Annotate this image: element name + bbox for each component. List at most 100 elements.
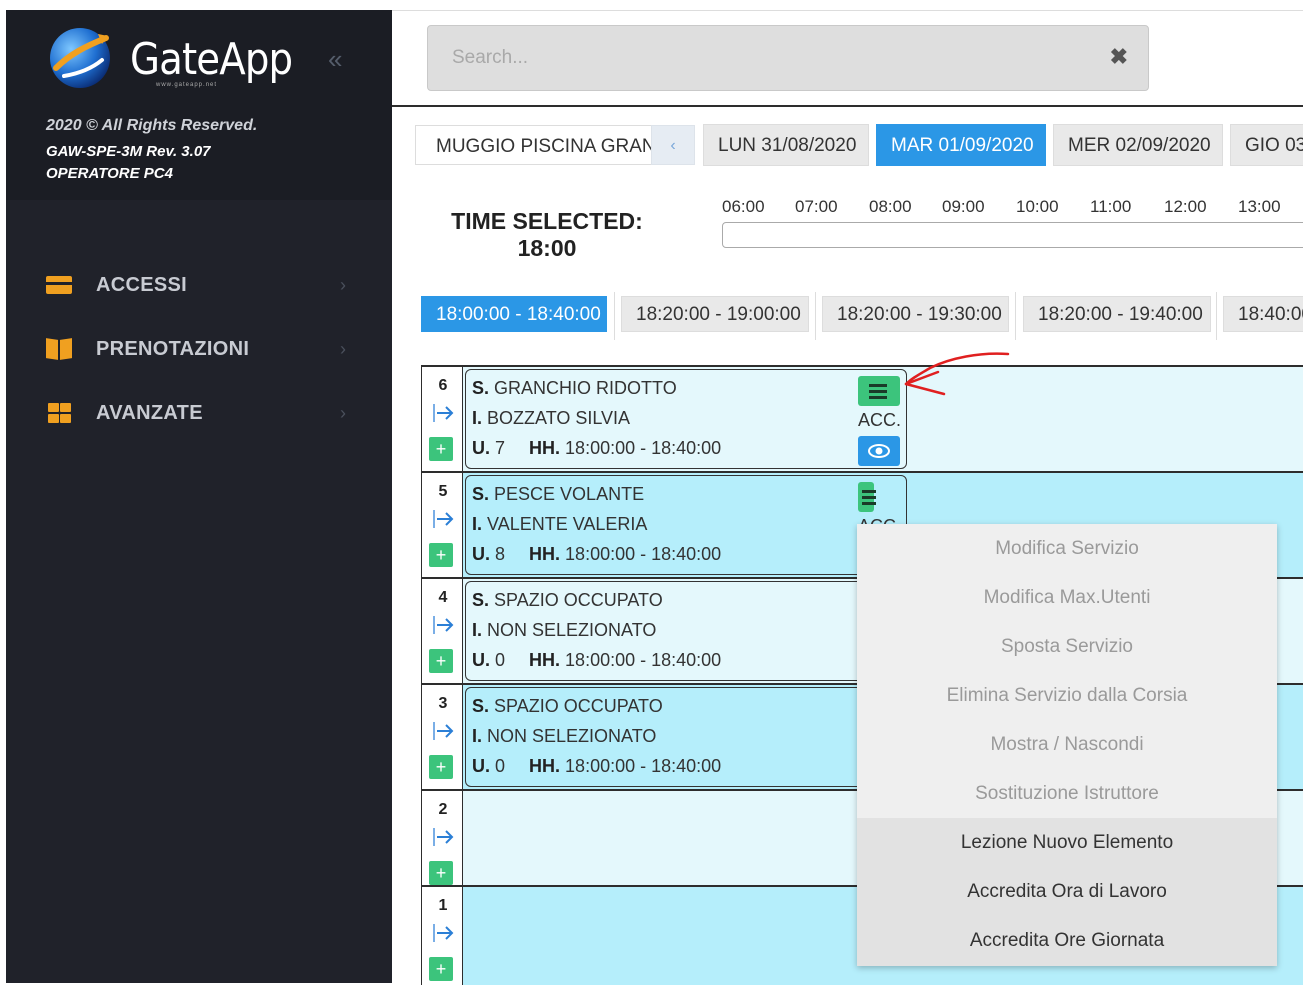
users-line: U. 8 HH. 18:00:00 - 18:40:00 bbox=[472, 544, 721, 565]
date-tab-0[interactable]: LUN 31/08/2020 bbox=[703, 124, 869, 166]
timeline-slider[interactable] bbox=[722, 222, 1303, 248]
card-menu-button[interactable] bbox=[858, 376, 900, 406]
instructor-name: VALENTE VALERIA bbox=[487, 514, 648, 534]
service-card[interactable]: S. GRANCHIO RIDOTTO I. BOZZATO SILVIA U.… bbox=[465, 369, 907, 469]
date-tab-3[interactable]: GIO 03/09/2020 bbox=[1230, 124, 1303, 166]
users-count: 0 bbox=[495, 756, 506, 776]
lane-controls: 4 + bbox=[421, 579, 463, 683]
credit-card-icon bbox=[46, 276, 72, 294]
close-icon[interactable]: ✖ bbox=[1110, 44, 1128, 70]
service-line: S. GRANCHIO RIDOTTO bbox=[472, 378, 677, 399]
sidebar-item-label: ACCESSI bbox=[96, 273, 188, 296]
add-button[interactable]: + bbox=[429, 957, 453, 981]
enter-arrow-icon[interactable] bbox=[431, 507, 455, 531]
search-input[interactable] bbox=[428, 26, 1088, 90]
lane-controls: 3 + bbox=[421, 685, 463, 789]
hour-label: 11:00 bbox=[1090, 197, 1132, 216]
hours-range: 18:00:00 - 18:40:00 bbox=[565, 438, 722, 458]
slot-tab-0[interactable]: 18:00:00 - 18:40:00 bbox=[421, 296, 607, 332]
hour-label: 13:00 bbox=[1238, 197, 1281, 216]
book-open-icon bbox=[46, 338, 72, 360]
service-name: PESCE VOLANTE bbox=[494, 484, 645, 504]
rights-text: 2020 © All Rights Reserved. bbox=[46, 117, 258, 134]
enter-arrow-icon[interactable] bbox=[431, 719, 455, 743]
instructor-line: I. NON SELEZIONATO bbox=[472, 620, 656, 641]
lane-number: 3 bbox=[438, 695, 448, 712]
users-count: 7 bbox=[495, 438, 506, 458]
double-chevron-left-icon[interactable]: « bbox=[328, 44, 342, 75]
date-tab-2[interactable]: MER 02/09/2020 bbox=[1053, 124, 1223, 166]
add-button[interactable]: + bbox=[429, 649, 453, 673]
add-button[interactable]: + bbox=[429, 861, 453, 885]
service-card[interactable]: S. SPAZIO OCCUPATO I. NON SELEZIONATO U.… bbox=[465, 581, 907, 681]
date-tab-1[interactable]: MAR 01/09/2020 bbox=[876, 124, 1046, 166]
slot-tab-2[interactable]: 18:20:00 - 19:30:00 bbox=[822, 296, 1009, 332]
sidebar-item-label: PRENOTAZIONI bbox=[96, 337, 250, 360]
enter-arrow-icon[interactable] bbox=[431, 825, 455, 849]
instructor-key: I. bbox=[472, 408, 483, 428]
hours-range: 18:00:00 - 18:40:00 bbox=[565, 544, 722, 564]
ctx-sostituzione-istruttore[interactable]: Sostituzione Istruttore bbox=[857, 769, 1277, 818]
ctx-modifica-servizio[interactable]: Modifica Servizio bbox=[857, 524, 1277, 573]
instructor-name: NON SELEZIONATO bbox=[487, 726, 657, 746]
lane-controls: 1 + bbox=[421, 887, 463, 985]
slot-tab-3[interactable]: 18:20:00 - 19:40:00 bbox=[1023, 296, 1211, 332]
hours-key: HH. bbox=[529, 544, 561, 564]
service-card[interactable]: S. PESCE VOLANTE I. VALENTE VALERIA U. 8… bbox=[465, 475, 907, 575]
sidebar-item-label: AVANZATE bbox=[96, 401, 203, 424]
ctx-sposta-servizio[interactable]: Sposta Servizio bbox=[857, 622, 1277, 671]
slot-tab-1[interactable]: 18:20:00 - 19:00:00 bbox=[621, 296, 809, 332]
hour-label: 06:00 bbox=[722, 197, 765, 216]
service-card[interactable]: S. SPAZIO OCCUPATO I. NON SELEZIONATO U.… bbox=[465, 687, 907, 787]
service-name: SPAZIO OCCUPATO bbox=[494, 590, 663, 610]
ctx-lezione-nuovo-elemento[interactable]: Lezione Nuovo Elemento bbox=[857, 818, 1277, 867]
sidebar-item-avanzate[interactable]: AVANZATE › bbox=[6, 381, 392, 445]
instructor-line: I. VALENTE VALERIA bbox=[472, 514, 647, 535]
search-box: ✖ bbox=[427, 25, 1149, 91]
hours-range: 18:00:00 - 18:40:00 bbox=[565, 756, 722, 776]
enter-arrow-icon[interactable] bbox=[431, 921, 455, 945]
service-line: S. SPAZIO OCCUPATO bbox=[472, 590, 663, 611]
divider bbox=[1216, 292, 1217, 340]
instructor-key: I. bbox=[472, 514, 483, 534]
lane-number: 2 bbox=[438, 801, 448, 818]
ctx-elimina-servizio[interactable]: Elimina Servizio dalla Corsia bbox=[857, 671, 1277, 720]
sidebar-item-prenotazioni[interactable]: PRENOTAZIONI › bbox=[6, 317, 392, 381]
eye-icon[interactable] bbox=[858, 436, 900, 466]
acc-label: ACC. bbox=[858, 410, 902, 430]
hours-range: 18:00:00 - 18:40:00 bbox=[565, 650, 722, 670]
users-key: U. bbox=[472, 438, 490, 458]
slot-tab-4[interactable]: 18:40:00 - 19:20:00 bbox=[1223, 296, 1303, 332]
instructor-key: I. bbox=[472, 726, 483, 746]
add-button[interactable]: + bbox=[429, 543, 453, 567]
users-line: U. 0 HH. 18:00:00 - 18:40:00 bbox=[472, 756, 721, 777]
add-button[interactable]: + bbox=[429, 755, 453, 779]
users-count: 0 bbox=[495, 650, 506, 670]
service-name: SPAZIO OCCUPATO bbox=[494, 696, 663, 716]
context-menu: Modifica Servizio Modifica Max.Utenti Sp… bbox=[857, 524, 1277, 966]
hours-key: HH. bbox=[529, 438, 561, 458]
hour-label: 10:00 bbox=[1016, 197, 1059, 216]
divider bbox=[614, 292, 615, 340]
venue-select[interactable]: MUGGIO PISCINA GRANDE bbox=[415, 125, 651, 165]
chevron-right-icon: › bbox=[340, 402, 346, 423]
add-button[interactable]: + bbox=[429, 437, 453, 461]
hour-label: 07:00 bbox=[795, 197, 838, 216]
ctx-modifica-max-utenti[interactable]: Modifica Max.Utenti bbox=[857, 573, 1277, 622]
chevron-left-icon[interactable]: ‹ bbox=[651, 125, 695, 165]
enter-arrow-icon[interactable] bbox=[431, 401, 455, 425]
ctx-accredita-ore-giornata[interactable]: Accredita Ore Giornata bbox=[857, 916, 1277, 966]
lane-controls: 5 + bbox=[421, 473, 463, 577]
timeline-hours: 06:00 07:00 08:00 09:00 10:00 11:00 12:0… bbox=[722, 197, 1303, 217]
hour-label: 09:00 bbox=[942, 197, 985, 216]
hours-key: HH. bbox=[529, 650, 561, 670]
lane-row: 6 + S. GRANCHIO RIDOTTO I. BOZZATO SILVI… bbox=[421, 365, 1303, 471]
sidebar-item-accessi[interactable]: ACCESSI › bbox=[6, 253, 392, 317]
ctx-mostra-nascondi[interactable]: Mostra / Nascondi bbox=[857, 720, 1277, 769]
card-menu-button[interactable] bbox=[858, 482, 876, 512]
ctx-accredita-ora-lavoro[interactable]: Accredita Ora di Lavoro bbox=[857, 867, 1277, 916]
enter-arrow-icon[interactable] bbox=[431, 613, 455, 637]
top-border bbox=[392, 10, 1303, 11]
users-key: U. bbox=[472, 650, 490, 670]
instructor-line: I. NON SELEZIONATO bbox=[472, 726, 656, 747]
